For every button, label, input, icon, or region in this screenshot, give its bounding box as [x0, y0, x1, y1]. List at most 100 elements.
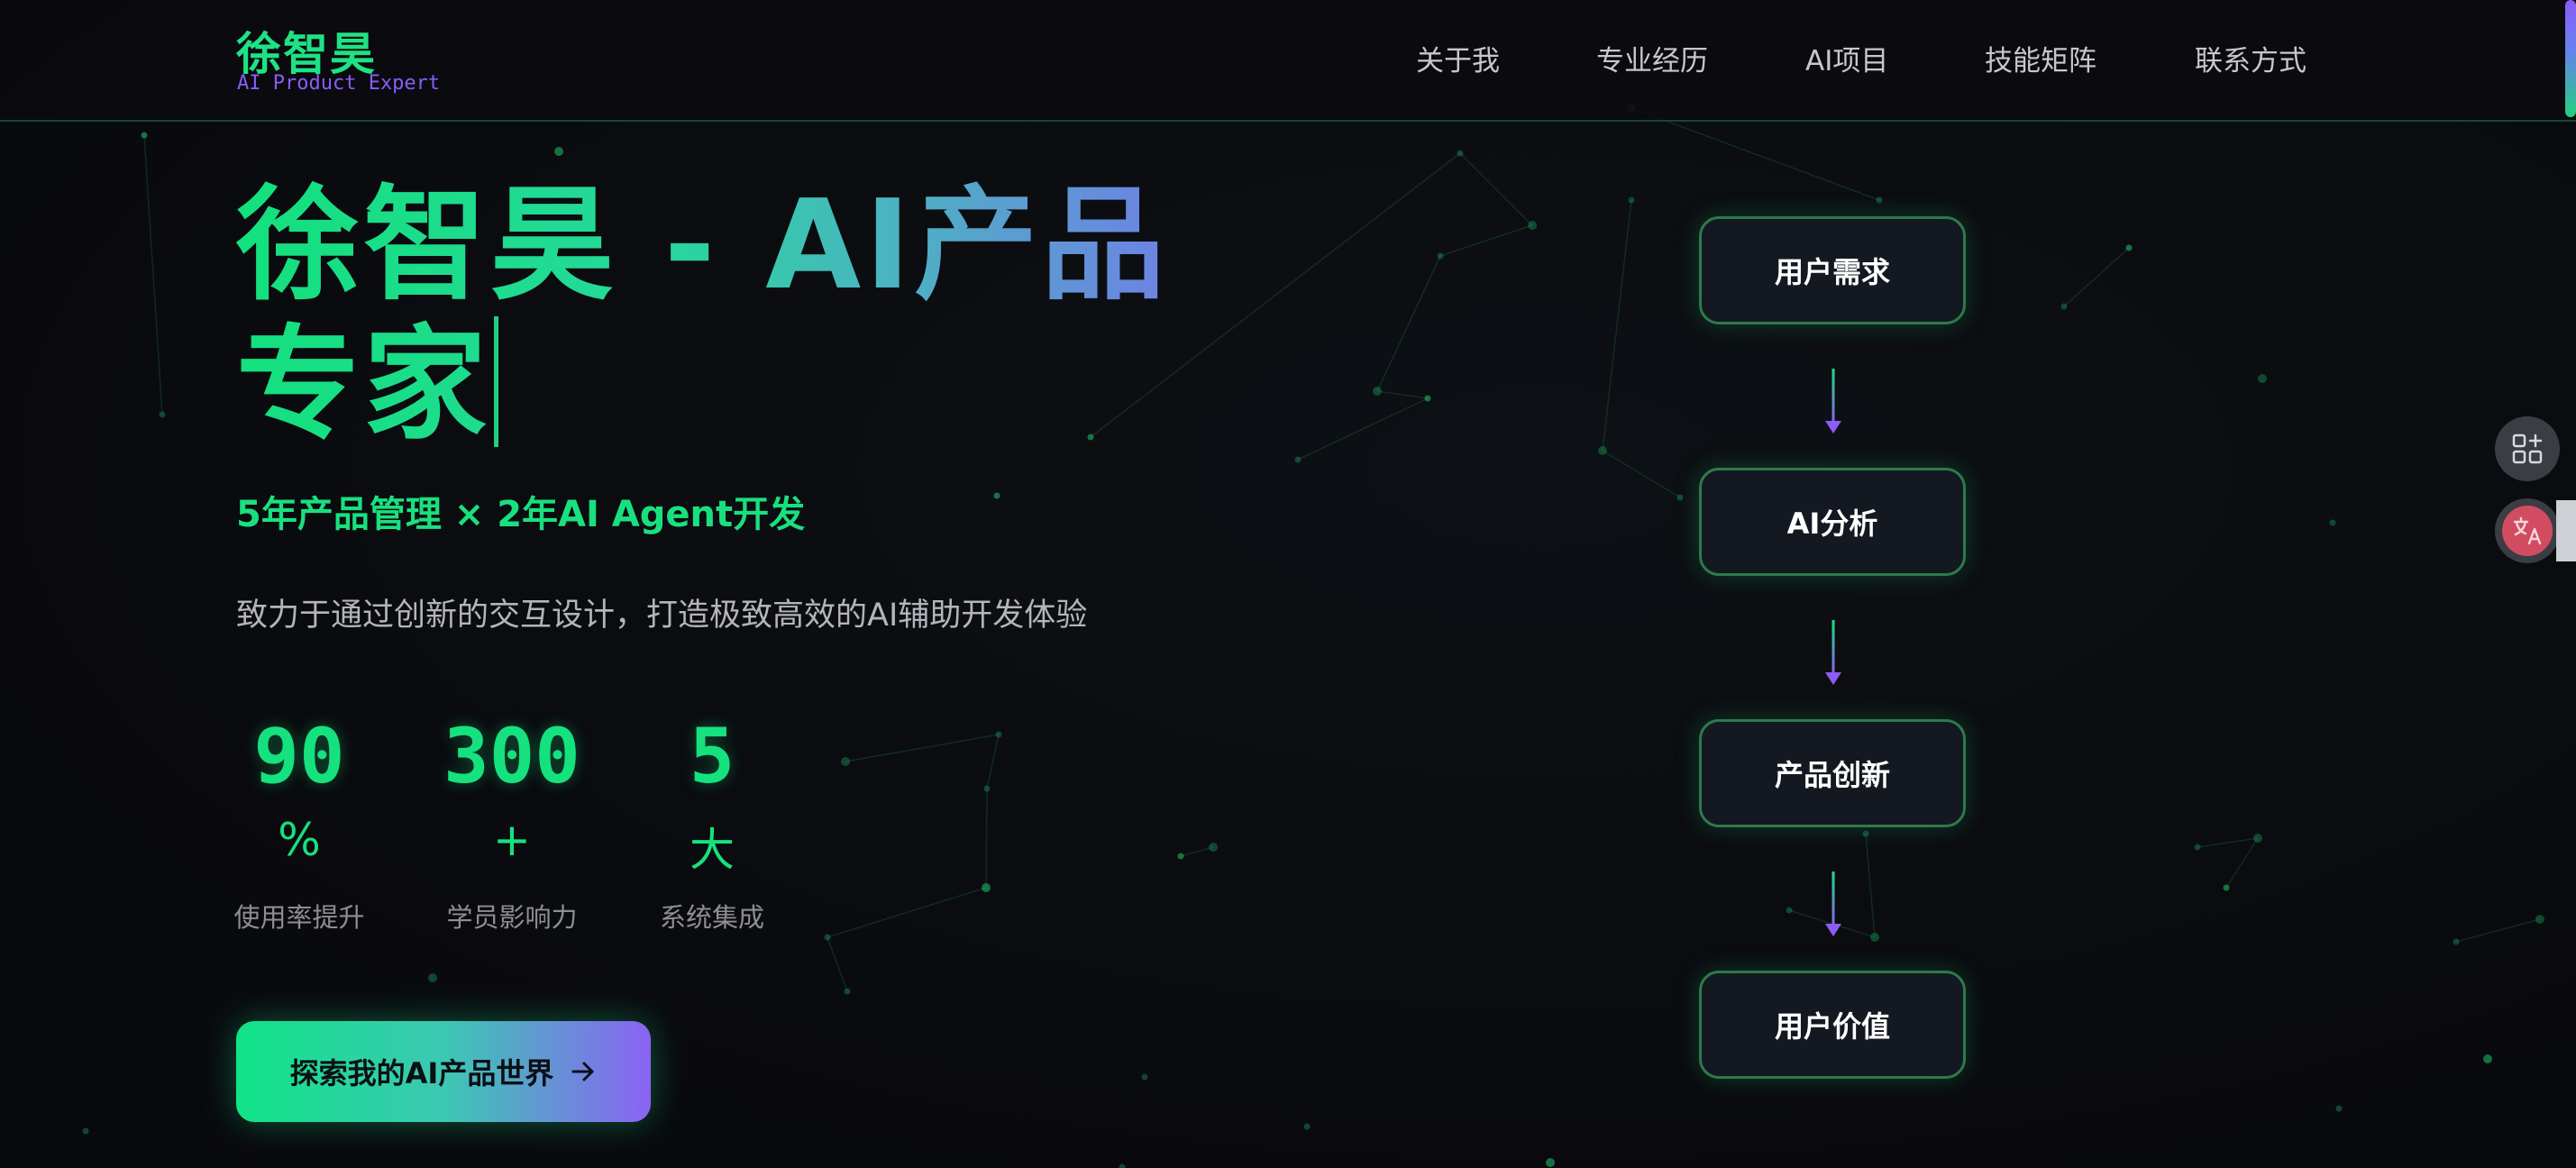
brand-tagline: AI Product Expert [237, 72, 441, 95]
typing-caret [494, 316, 499, 447]
flow-step-user-needs: 用户需求 [1699, 216, 1966, 324]
network-node [2194, 844, 2201, 851]
arrow-down-icon [1825, 620, 1841, 685]
network-line [1297, 397, 1429, 461]
network-node [1177, 853, 1184, 860]
network-node [2060, 303, 2068, 310]
top-navbar: 徐智昊 AI Product Expert 关于我 专业经历 AI项目 技能矩阵… [0, 0, 2576, 122]
network-node [1876, 196, 1883, 204]
nav-link-about[interactable]: 关于我 [1416, 38, 1500, 78]
network-line [1459, 152, 1533, 226]
network-node [1676, 494, 1684, 501]
nav-link-skills[interactable]: 技能矩阵 [1985, 38, 2096, 78]
network-line [1865, 833, 1876, 938]
network-node [159, 411, 166, 418]
network-node [1786, 907, 1793, 914]
network-node [1373, 387, 1382, 396]
network-node [2453, 938, 2460, 945]
hero-description: 致力于通过创新的交互设计，打造极致高效的AI辅助开发体验 [236, 598, 1088, 634]
network-line [1376, 390, 1429, 399]
network-node [995, 731, 1002, 738]
stat-value-systems: 5 [689, 712, 735, 800]
stat-unit-students: + [493, 814, 531, 866]
network-line [2225, 837, 2259, 889]
stat-unit-systems: 大 [690, 824, 735, 876]
network-node [1862, 830, 1869, 837]
network-node [1294, 456, 1302, 463]
stat-label-students: 学员影响力 [446, 902, 578, 933]
network-line [1602, 450, 1681, 498]
network-node [983, 785, 991, 792]
translate-icon [2502, 506, 2553, 556]
nav-link-contact[interactable]: 联系方式 [2195, 38, 2307, 78]
network-node [2223, 884, 2230, 891]
network-node [1457, 150, 1464, 157]
network-line [2197, 837, 2259, 848]
network-line [1180, 846, 1214, 857]
network-node [824, 934, 831, 941]
stat-label-systems: 系统集成 [659, 902, 764, 933]
network-line [986, 734, 1000, 789]
network-node [1303, 1123, 1311, 1130]
network-line [143, 134, 163, 415]
network-line [2063, 247, 2130, 307]
network-node [2535, 915, 2544, 924]
stat-value-usage: 90 [253, 712, 345, 800]
network-line [1376, 255, 1441, 392]
floating-tools-button[interactable] [2495, 416, 2560, 481]
hero-title: 徐智昊 - AI产品专家 [236, 176, 1273, 455]
network-node [982, 883, 991, 892]
translate-side-tab[interactable] [2556, 500, 2576, 561]
network-node [1598, 446, 1607, 455]
network-node [1870, 933, 1879, 942]
network-node [1141, 1073, 1148, 1081]
network-node [82, 1127, 89, 1135]
network-node [1528, 221, 1537, 230]
network-line [985, 788, 988, 889]
floating-translate-button[interactable] [2495, 498, 2560, 563]
network-line [827, 936, 848, 992]
network-node [428, 973, 437, 982]
network-node [841, 757, 850, 766]
network-node [1546, 1158, 1555, 1167]
network-line [2455, 918, 2541, 943]
hero-title-text: 徐智昊 - AI产品专家 [236, 174, 1169, 457]
arrow-down-icon [1825, 871, 1841, 936]
network-node [2335, 1105, 2343, 1112]
nav-link-ai-projects[interactable]: AI项目 [1805, 38, 1888, 78]
arrow-down-icon [1825, 369, 1841, 433]
explore-cta-button[interactable]: 探索我的AI产品世界 [236, 1021, 651, 1122]
network-node [141, 132, 148, 139]
network-node [554, 147, 563, 156]
cta-label: 探索我的AI产品世界 [289, 1056, 554, 1090]
network-node [844, 988, 851, 995]
network-node [1424, 395, 1431, 402]
stat-unit-usage: % [278, 814, 321, 866]
network-node [2125, 244, 2133, 251]
network-node [2253, 834, 2262, 843]
hero-subtitle: 5年产品管理 × 2年AI Agent开发 [236, 494, 806, 535]
page-root: 徐智昊 AI Product Expert 关于我 专业经历 AI项目 技能矩阵… [0, 0, 2576, 1168]
network-line [1631, 107, 1880, 201]
stat-label-usage: 使用率提升 [233, 902, 365, 933]
flow-step-ai-analysis: AI分析 [1699, 468, 1966, 576]
nav-link-experience[interactable]: 专业经历 [1596, 38, 1708, 78]
network-node [1437, 252, 1444, 260]
stat-value-students: 300 [443, 712, 580, 800]
flow-step-product-innovation: 产品创新 [1699, 719, 1966, 827]
page-scrollbar[interactable] [2565, 0, 2576, 117]
network-node [1209, 843, 1218, 852]
network-node [1628, 196, 1635, 204]
network-node [2483, 1054, 2492, 1063]
arrow-right-icon [571, 1062, 594, 1081]
network-node [2258, 374, 2267, 383]
network-node [1119, 1163, 1126, 1168]
apps-add-icon [2512, 433, 2543, 464]
flow-step-user-value: 用户价值 [1699, 971, 1966, 1079]
network-line [1602, 199, 1632, 452]
network-node [993, 492, 1000, 499]
network-line [1439, 224, 1533, 257]
network-line [845, 734, 1000, 762]
network-node [2329, 519, 2336, 526]
network-line [827, 887, 987, 938]
